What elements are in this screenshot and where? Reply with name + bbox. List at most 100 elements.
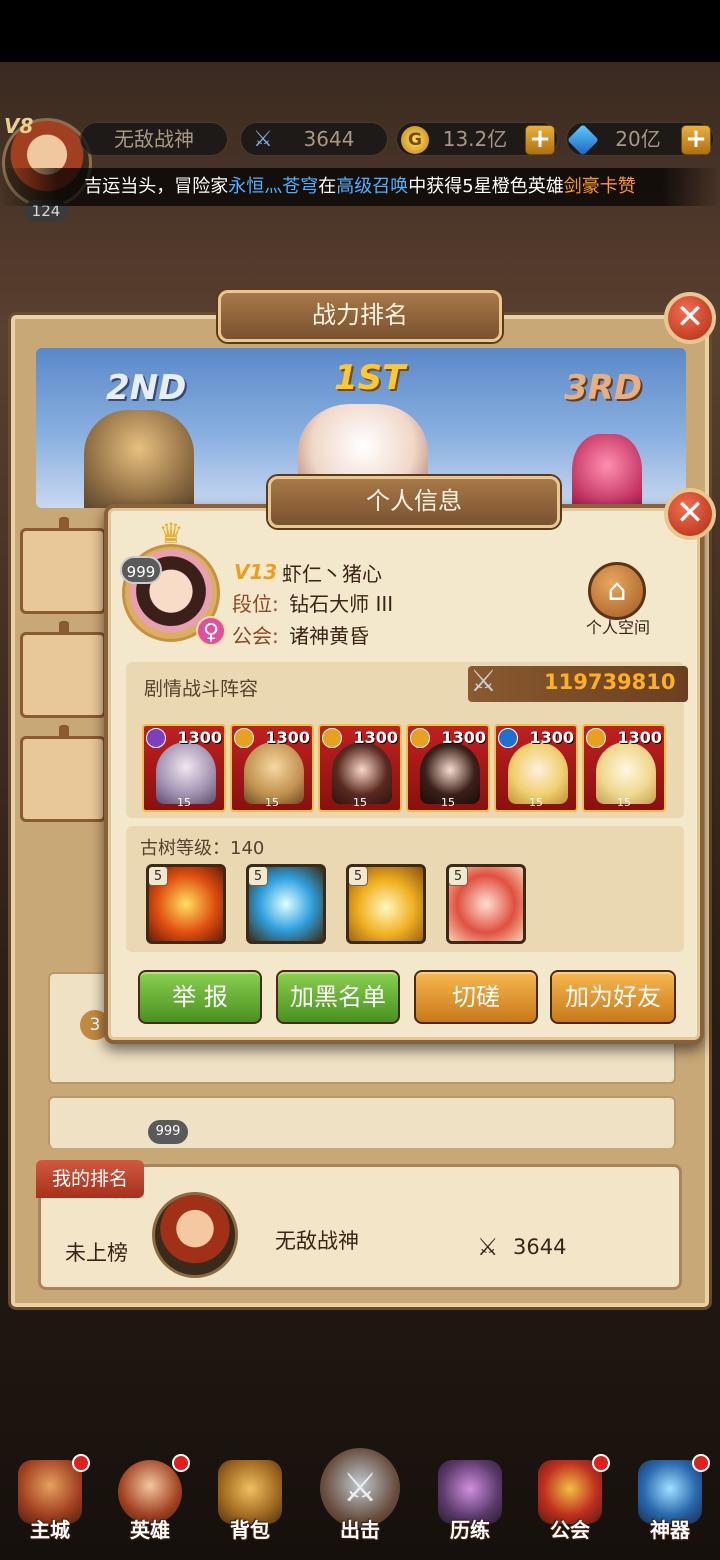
hero-level: 1300 [177,728,222,747]
announce-hero: 剑豪卡赞 [563,176,636,197]
power-icon: ⚔ [477,1233,499,1261]
report-button[interactable]: 举 报 [138,970,262,1024]
hero-card-5[interactable]: 1300 15 [494,724,578,812]
announcement-marquee: 吉运当头，冒险家永恒灬苍穹在高级召唤中获得5星橙色英雄剑豪卡赞 [0,168,720,206]
target-name: 虾仁丶猪心 [282,562,382,586]
hero-stars: 15 [353,796,367,809]
side-tag-3[interactable] [20,725,106,822]
nav-main-city[interactable]: 主城 [6,1454,94,1550]
guild-label: 公会: [232,624,279,648]
hero-level: 1300 [617,728,662,747]
hero-card-6[interactable]: 1300 15 [582,724,666,812]
gold-pill: G 13.2亿 + [396,122,558,156]
side-tag-1[interactable] [20,517,106,614]
notification-dot [592,1454,610,1472]
relic-level: 5 [149,867,168,886]
add-gold-button[interactable]: + [525,125,555,155]
relic-level: 5 [249,867,268,886]
rank-value: 钻石大师 III [289,592,394,616]
nav-label: 出击 [340,1518,380,1542]
target-vip: V13 [234,560,278,584]
duel-button[interactable]: 切磋 [414,970,538,1024]
target-rank-row: 段位: 钻石大师 III [232,588,393,617]
status-bar-area [0,0,720,62]
ranking-title-banner: 战力排名 [218,290,502,342]
announce-text-3: 中获得5星橙色英雄 [408,176,564,197]
my-rank-name: 无敌战神 [275,1229,359,1253]
nav-label: 公会 [550,1518,590,1542]
gold-coin-icon: G [401,126,429,154]
info-close-button[interactable]: ✕ [664,488,716,540]
announce-source: 高级召唤 [336,176,409,197]
nav-training[interactable]: 历练 [426,1454,514,1550]
hero-portrait [508,742,568,804]
hero-card-3[interactable]: 1300 15 [318,724,402,812]
rank-row-4[interactable]: 999 [48,1096,676,1148]
ranking-title: 战力排名 [312,301,408,329]
nav-backpack[interactable]: 背包 [206,1454,294,1550]
hero-portrait [244,742,304,804]
home-icon[interactable]: ⌂ [588,562,646,620]
hero-portrait [156,742,216,804]
hero-level: 1300 [265,728,310,747]
nav-battle[interactable]: ⚔ 出击 [316,1448,404,1550]
crown-icon: ♛ [158,517,184,550]
guild-value: 诸神黄昏 [289,624,370,648]
announce-text-1: 吉运当头，冒险家 [84,176,229,197]
third-place-hero[interactable] [572,434,642,508]
hero-level: 1300 [529,728,574,747]
hero-stars: 15 [441,796,455,809]
podium-second-label: 2ND [106,368,187,408]
relic-crown-icon[interactable]: 5 [346,864,426,944]
team-title: 剧情战斗阵容 [144,678,259,700]
gold-value: 13.2亿 [442,127,508,151]
element-icon [234,728,254,748]
relic-fire-icon[interactable]: 5 [146,864,226,944]
element-icon [322,728,342,748]
side-tag-2[interactable] [20,621,106,718]
hero-level: 1300 [441,728,486,747]
female-icon: ♀ [196,616,226,646]
element-icon [146,728,166,748]
nav-guild[interactable]: 公会 [526,1454,614,1550]
swords-icon: ⚔ [470,664,497,699]
power-pill: ⚔ 3644 [240,122,388,156]
rank-label: 段位: [232,592,279,616]
notification-dot [72,1454,90,1472]
hero-card-2[interactable]: 1300 15 [230,724,314,812]
vip-level: V8 [4,114,34,138]
player-name-pill: 无敌战神 [80,122,228,156]
my-ranking-tag: 我的排名 [36,1160,144,1198]
hero-stars: 15 [617,796,631,809]
nav-label: 主城 [30,1518,70,1542]
nav-heroes[interactable]: 英雄 [106,1454,194,1550]
personal-space-label[interactable]: 个人空间 [576,614,660,638]
power-value: 3644 [303,127,355,151]
add-friend-button[interactable]: 加为好友 [550,970,676,1024]
podium-third-label: 3RD [564,368,643,408]
hero-portrait [332,742,392,804]
hero-stars: 15 [177,796,191,809]
element-icon [586,728,606,748]
rank-row-avatar-badge: 999 [148,1120,188,1144]
hero-portrait [596,742,656,804]
add-gems-button[interactable]: + [681,125,711,155]
blacklist-button[interactable]: 加黑名单 [276,970,400,1024]
nav-label: 英雄 [130,1518,170,1542]
gem-icon [567,124,599,156]
my-avatar[interactable] [152,1192,238,1278]
relic-crystal-icon[interactable]: 5 [246,864,326,944]
relic-level: 5 [349,867,368,886]
hero-card-4[interactable]: 1300 15 [406,724,490,812]
element-icon [498,728,518,748]
ranking-close-button[interactable]: ✕ [664,292,716,344]
hero-portrait [420,742,480,804]
nav-artifact[interactable]: 神器 [626,1454,714,1550]
hero-level: 1300 [353,728,398,747]
relic-flower-icon[interactable]: 5 [446,864,526,944]
notification-dot [692,1454,710,1472]
notification-dot [172,1454,190,1472]
second-place-hero[interactable] [84,410,194,508]
nav-label: 背包 [230,1518,270,1542]
hero-card-1[interactable]: 1300 15 [142,724,226,812]
